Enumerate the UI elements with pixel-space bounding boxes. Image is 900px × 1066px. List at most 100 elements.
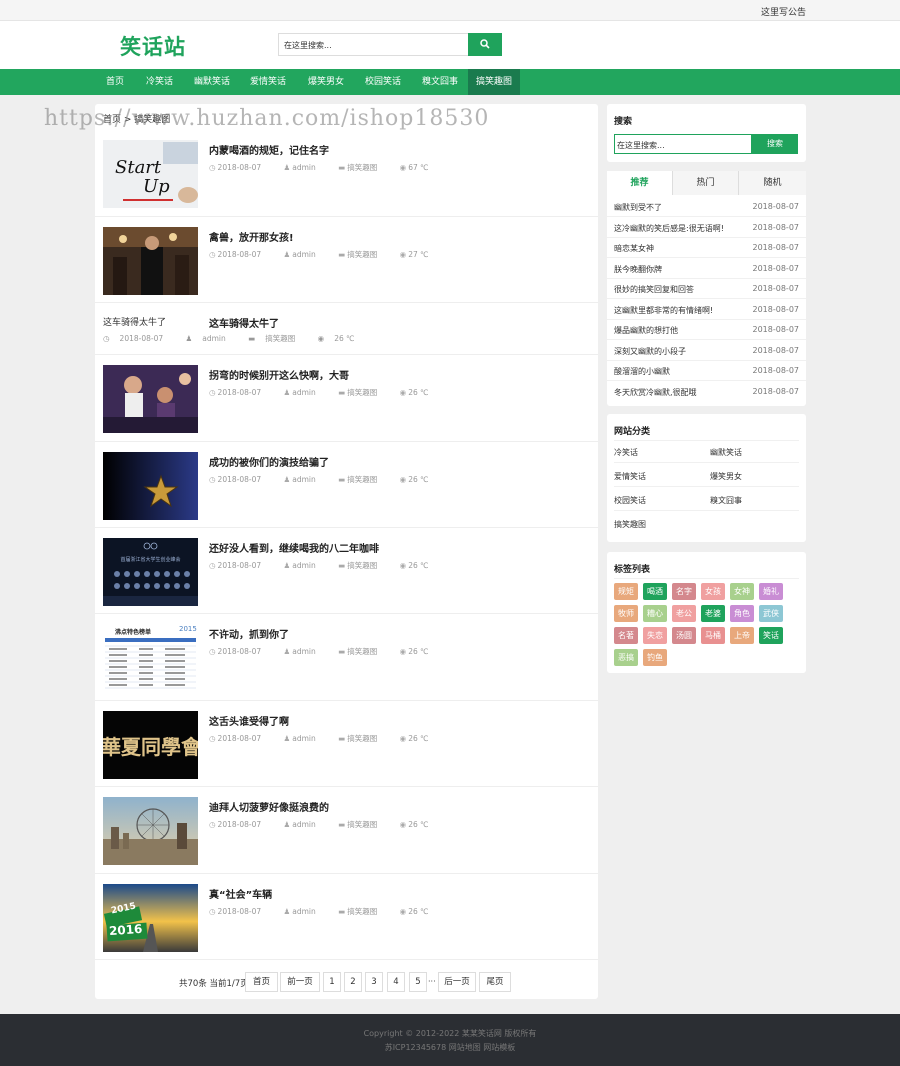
category-link[interactable]: 爱情笑话 [614, 471, 646, 482]
list-item[interactable]: 这幽默里都非常的有情绪啊! 2018-08-07 [607, 300, 806, 320]
tag-chip[interactable]: 老婆 [701, 605, 725, 622]
article-item[interactable]: 迪拜人切菠萝好像挺浪费的 ◷ 2018-08-07 ♟ admin ▬ 搞笑趣图 ◉ 2… [95, 787, 598, 874]
article-thumbnail[interactable] [103, 797, 198, 865]
article-item[interactable]: 拐弯的时候别开这么快啊，大哥 ◷ 2018-08-07 ♟ admin ▬ 搞笑趣图 … [95, 355, 598, 442]
list-item-title[interactable]: 朕今晚翻你牌 [614, 264, 662, 275]
tag-chip[interactable]: 恶搞 [614, 649, 638, 666]
article-item[interactable]: 2015 2016 真“社会”车辆 ◷ 2018-08-07 ♟ admin ▬ 搞笑… [95, 874, 598, 960]
tag-chip[interactable]: 武侠 [759, 605, 783, 622]
nav-item-home[interactable]: 首页 [98, 69, 132, 95]
tag-chip[interactable]: 女神 [730, 583, 754, 600]
article-title[interactable]: 这舌头谁受得了啊 [209, 713, 289, 728]
category-link[interactable]: 爆笑男女 [710, 471, 742, 482]
list-item-title[interactable]: 爆品幽默的想打他 [614, 325, 678, 336]
list-item-title[interactable]: 很妙的搞笑回复和回答 [614, 284, 694, 295]
tag-chip[interactable]: 糟心 [643, 605, 667, 622]
article-thumbnail[interactable] [103, 365, 198, 433]
announcement-link[interactable]: 这里写公告 [761, 5, 806, 18]
article-title[interactable]: 拐弯的时候别开这么快啊，大哥 [209, 367, 349, 382]
tab-random[interactable]: 随机 [739, 171, 806, 195]
footer-links[interactable]: 苏ICP12345678 网站地图 网站模板 [0, 1042, 900, 1053]
pagination-page[interactable]: 2 [344, 972, 362, 992]
header-search-button[interactable] [468, 33, 502, 56]
article-category[interactable]: 搞笑趣图 [347, 820, 377, 829]
pagination-first[interactable]: 首页 [245, 972, 278, 992]
article-thumbnail[interactable] [103, 227, 198, 295]
article-category[interactable]: 搞笑趣图 [347, 250, 377, 259]
tag-chip[interactable]: 婚礼 [759, 583, 783, 600]
article-category[interactable]: 搞笑趣图 [347, 907, 377, 916]
article-item[interactable]: 首届浙江省大学生创业峰会 还好没人看到，继续喝我的八二年咖啡 ◷ 2018-08-… [95, 528, 598, 614]
article-category[interactable]: 搞笑趣图 [347, 561, 377, 570]
nav-item-love[interactable]: 爱情笑话 [242, 69, 294, 95]
tag-chip[interactable]: 马桶 [701, 627, 725, 644]
tag-chip[interactable]: 牧师 [614, 605, 638, 622]
article-thumbnail[interactable]: 首届浙江省大学生创业峰会 [103, 538, 198, 606]
list-item-title[interactable]: 这冷幽默的笑后感是:很无语啊! [614, 223, 724, 234]
nav-item-humor[interactable]: 幽默笑话 [186, 69, 238, 95]
pagination-page[interactable]: 3 [365, 972, 383, 992]
site-logo[interactable]: 笑话站 [120, 31, 186, 61]
category-link[interactable]: 搞笑趣图 [614, 519, 646, 530]
article-category[interactable]: 搞笑趣图 [265, 334, 295, 343]
tag-chip[interactable]: 失恋 [643, 627, 667, 644]
article-title[interactable]: 成功的被你们的演技给骗了 [209, 454, 329, 469]
pagination-last[interactable]: 尾页 [479, 972, 511, 992]
pagination-page[interactable]: 5 [409, 972, 427, 992]
pagination-page[interactable]: 1 [323, 972, 341, 992]
article-thumbnail[interactable]: Start Up [103, 140, 198, 208]
sidebar-search-input[interactable]: 在这里搜索... [614, 134, 752, 154]
tag-chip[interactable]: 女孩 [701, 583, 725, 600]
list-item[interactable]: 很妙的搞笑回复和回答 2018-08-07 [607, 279, 806, 299]
nav-item-funny-pics[interactable]: 搞笑趣图 [468, 69, 521, 95]
article-thumbnail[interactable] [103, 452, 198, 520]
tag-chip[interactable]: 老公 [672, 605, 696, 622]
category-link[interactable]: 幽默笑话 [710, 447, 742, 458]
list-item[interactable]: 爆品幽默的想打他 2018-08-07 [607, 320, 806, 340]
article-category[interactable]: 搞笑趣图 [347, 388, 377, 397]
list-item-title[interactable]: 幽默到受不了 [614, 202, 662, 213]
tag-chip[interactable]: 上帝 [730, 627, 754, 644]
nav-item-cold-jokes[interactable]: 冷笑话 [138, 69, 181, 95]
article-item[interactable]: 这车骑得太牛了 ◷ 2018-08-07 ♟ admin ▬ 搞笑趣图 ◉ 26 ℃ 这… [95, 303, 598, 355]
category-link[interactable]: 糗文囧事 [710, 495, 742, 506]
article-title[interactable]: 迪拜人切菠萝好像挺浪费的 [209, 799, 329, 814]
article-category[interactable]: 搞笑趣图 [347, 163, 377, 172]
tag-chip[interactable]: 名字 [672, 583, 696, 600]
article-title[interactable]: 不许动，抓到你了 [209, 626, 289, 641]
article-image-alt[interactable]: 这车骑得太牛了 [103, 315, 166, 328]
article-thumbnail[interactable]: 2015 2016 [103, 884, 198, 952]
category-link[interactable]: 冷笑话 [614, 447, 638, 458]
tag-chip[interactable]: 钓鱼 [643, 649, 667, 666]
list-item-title[interactable]: 暗恋某女神 [614, 243, 654, 254]
list-item-title[interactable]: 深刻又幽默的小段子 [614, 346, 686, 357]
pagination-next[interactable]: 后一页 [438, 972, 476, 992]
list-item[interactable]: 冬天欣赏冷幽默,很配哦 2018-08-07 [607, 382, 806, 402]
list-item-title[interactable]: 冬天欣赏冷幽默,很配哦 [614, 387, 697, 398]
article-item[interactable]: 成功的被你们的演技给骗了 ◷ 2018-08-07 ♟ admin ▬ 搞笑趣图 ◉ 2… [95, 442, 598, 528]
article-title[interactable]: 禽兽，放开那女孩! [209, 229, 294, 244]
article-title[interactable]: 真“社会”车辆 [209, 886, 272, 901]
article-item[interactable]: Start Up 内蒙喝酒的规矩，记住名字 ◷ 2018-08-07 ♟ admin … [95, 130, 598, 217]
category-link[interactable]: 校园笑话 [614, 495, 646, 506]
list-item-title[interactable]: 酸溜溜的小幽默 [614, 366, 670, 377]
article-title[interactable]: 内蒙喝酒的规矩，记住名字 [209, 142, 329, 157]
article-category[interactable]: 搞笑趣图 [347, 647, 377, 656]
list-item[interactable]: 这冷幽默的笑后感是:很无语啊! 2018-08-07 [607, 218, 806, 238]
sidebar-search-button[interactable]: 搜索 [752, 134, 798, 154]
tag-chip[interactable]: 汤圆 [672, 627, 696, 644]
pagination-page[interactable]: 4 [387, 972, 405, 992]
article-item[interactable]: 禽兽，放开那女孩! ◷ 2018-08-07 ♟ admin ▬ 搞笑趣图 ◉ 27 ℃ [95, 217, 598, 303]
article-thumbnail[interactable]: 沸点特色榜单 2015 [103, 624, 198, 692]
tag-chip[interactable]: 喝酒 [643, 583, 667, 600]
article-category[interactable]: 搞笑趣图 [347, 734, 377, 743]
article-category[interactable]: 搞笑趣图 [347, 475, 377, 484]
list-item[interactable]: 酸溜溜的小幽默 2018-08-07 [607, 361, 806, 381]
list-item[interactable]: 暗恋某女神 2018-08-07 [607, 238, 806, 258]
tag-chip[interactable]: 名著 [614, 627, 638, 644]
article-item[interactable]: 沸点特色榜单 2015 不许动，抓到你了 ◷ 2018-08-07 ♟ admin … [95, 614, 598, 701]
tag-chip[interactable]: 规矩 [614, 583, 638, 600]
tag-chip[interactable]: 角色 [730, 605, 754, 622]
article-title[interactable]: 还好没人看到，继续喝我的八二年咖啡 [209, 540, 379, 555]
tab-popular[interactable]: 热门 [673, 171, 739, 195]
